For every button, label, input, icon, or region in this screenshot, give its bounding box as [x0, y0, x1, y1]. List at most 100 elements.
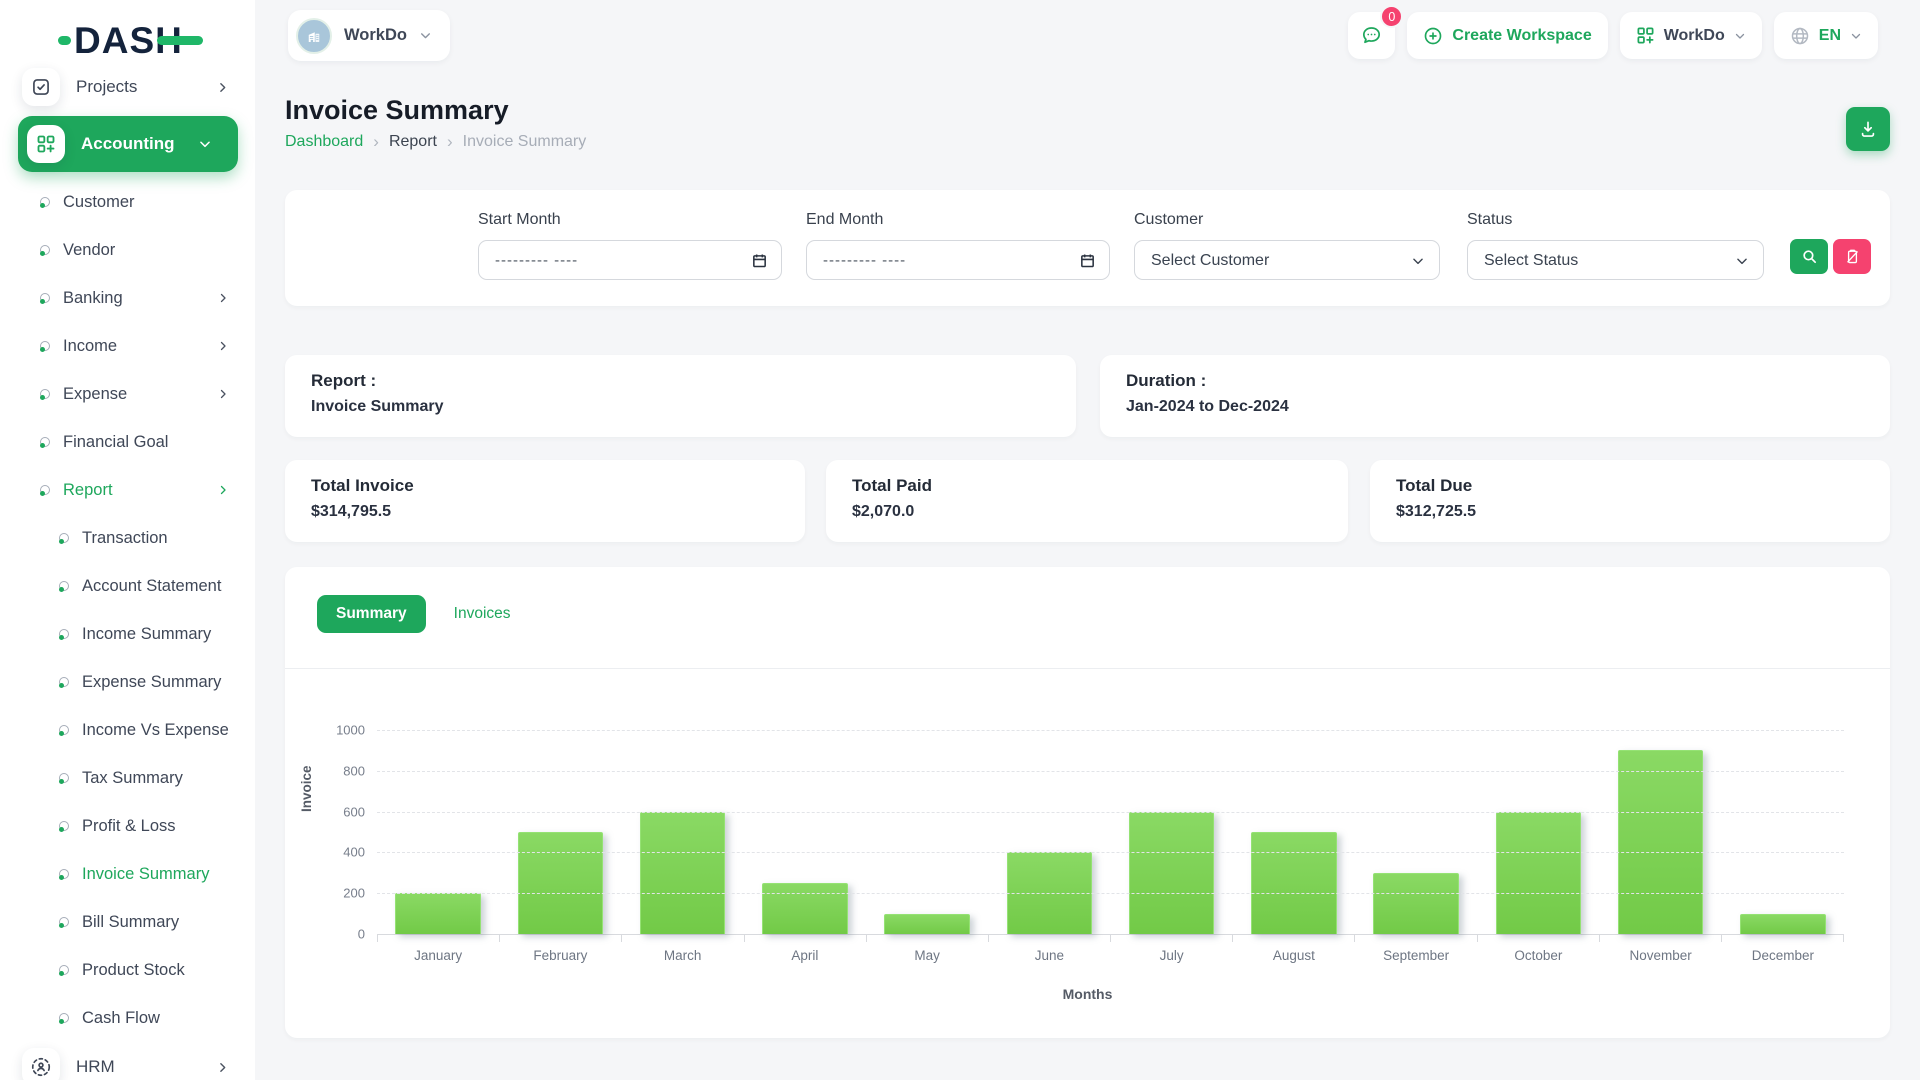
sidebar-item-vendor[interactable]: Vendor — [0, 226, 255, 274]
workspace-menu-button[interactable]: WorkDo — [1620, 12, 1762, 59]
sidebar-item-income-vs-expense[interactable]: Income Vs Expense — [0, 706, 255, 754]
workspace-selector[interactable]: WorkDo — [288, 10, 450, 61]
y-axis-title: Invoice — [299, 765, 314, 812]
total-invoice-label: Total Invoice — [311, 476, 779, 496]
bars — [377, 730, 1844, 934]
sidebar-item-expense-summary[interactable]: Expense Summary — [0, 658, 255, 706]
reset-filter-button[interactable] — [1833, 239, 1871, 274]
sidebar-item-report[interactable]: Report — [0, 466, 255, 514]
bullet-icon — [59, 821, 69, 831]
projects-checkbox-icon — [22, 68, 60, 106]
sidebar-item-profit-loss[interactable]: Profit & Loss — [0, 802, 255, 850]
x-tick — [1233, 935, 1355, 942]
x-category-label: March — [622, 948, 744, 963]
brand-logo[interactable]: DASH — [58, 22, 203, 59]
sidebar-item-product-stock[interactable]: Product Stock — [0, 946, 255, 994]
sidebar-item-income[interactable]: Income — [0, 322, 255, 370]
x-category-label: June — [988, 948, 1110, 963]
sidebar-item-financial-goal[interactable]: Financial Goal — [0, 418, 255, 466]
sidebar-item-account-statement[interactable]: Account Statement — [0, 562, 255, 610]
breadcrumb-dashboard[interactable]: Dashboard — [285, 133, 363, 151]
tab-summary[interactable]: Summary — [317, 595, 426, 633]
y-tick-label: 0 — [358, 927, 365, 942]
apply-filter-button[interactable] — [1790, 239, 1828, 274]
bar-april — [762, 883, 848, 934]
bullet-icon — [59, 629, 69, 639]
tabs-divider — [285, 668, 1890, 669]
bullet-icon — [40, 293, 50, 303]
bar-slot — [622, 730, 744, 934]
bullet-icon — [59, 581, 69, 591]
sidebar-item-tax-summary[interactable]: Tax Summary — [0, 754, 255, 802]
customer-label: Customer — [1134, 211, 1203, 229]
create-workspace-label: Create Workspace — [1452, 27, 1591, 45]
total-paid-card: Total Paid $2,070.0 — [826, 460, 1348, 542]
chevron-down-icon — [1734, 30, 1746, 42]
sidebar-item-expense[interactable]: Expense — [0, 370, 255, 418]
clear-filter-icon — [1844, 248, 1861, 265]
language-selector[interactable]: EN — [1774, 12, 1878, 59]
grid-plus-icon — [1636, 26, 1655, 45]
duration-info-card: Duration : Jan-2024 to Dec-2024 — [1100, 355, 1890, 437]
globe-icon — [1790, 26, 1810, 46]
filter-panel: Start Month End Month Customer Select Cu… — [285, 190, 1890, 306]
chevron-right-icon — [217, 388, 229, 400]
tab-invoices[interactable]: Invoices — [454, 605, 511, 623]
sidebar-item-hrm[interactable]: HRM — [0, 1042, 255, 1080]
bullet-icon — [59, 773, 69, 783]
workspace-name: WorkDo — [344, 26, 407, 45]
sidebar-item-label: Tax Summary — [82, 769, 183, 788]
start-month-label: Start Month — [478, 211, 561, 229]
workspace-avatar — [296, 18, 332, 54]
sidebar-item-bill-summary[interactable]: Bill Summary — [0, 898, 255, 946]
bar-february — [518, 832, 604, 934]
breadcrumb-current: Invoice Summary — [463, 133, 587, 151]
x-tick — [622, 935, 744, 942]
bar-slot — [1600, 730, 1722, 934]
sidebar-item-label: Customer — [63, 193, 135, 212]
sidebar-item-income-summary[interactable]: Income Summary — [0, 610, 255, 658]
bullet-icon — [40, 389, 50, 399]
chevron-right-icon — [216, 81, 229, 94]
bullet-icon — [59, 677, 69, 687]
x-tick — [1722, 935, 1844, 942]
y-tick-label: 400 — [343, 845, 365, 860]
message-count-badge: 0 — [1380, 5, 1403, 28]
sidebar-item-label: Invoice Summary — [82, 865, 209, 884]
x-tick — [500, 935, 622, 942]
sidebar-item-invoice-summary[interactable]: Invoice Summary — [0, 850, 255, 898]
end-month-label: End Month — [806, 211, 883, 229]
messages-button[interactable]: 0 — [1348, 12, 1395, 59]
end-month-input[interactable] — [807, 241, 1109, 279]
logo-dot-shape — [58, 36, 71, 45]
sidebar-item-accounting[interactable]: Accounting — [18, 116, 238, 172]
x-category-label: January — [377, 948, 499, 963]
bar-chart-plot: 02004006008001000 — [377, 730, 1844, 935]
x-category-label: February — [499, 948, 621, 963]
x-category-label: July — [1111, 948, 1233, 963]
hrm-user-scan-icon — [22, 1048, 60, 1080]
sidebar-item-label: Financial Goal — [63, 433, 168, 452]
sidebar-item-transaction[interactable]: Transaction — [0, 514, 255, 562]
x-tick — [377, 935, 500, 942]
bar-slot — [1477, 730, 1599, 934]
start-month-input[interactable] — [479, 241, 781, 279]
sidebar-item-label: HRM — [76, 1057, 115, 1077]
gridline — [377, 852, 1844, 853]
sidebar: DASH Projects Accounting — [0, 0, 255, 1080]
sidebar-item-projects[interactable]: Projects — [0, 62, 255, 112]
sidebar-item-banking[interactable]: Banking — [0, 274, 255, 322]
accounting-grid-icon — [27, 125, 65, 163]
breadcrumb-report[interactable]: Report — [389, 133, 437, 151]
status-select[interactable]: Select Status — [1468, 241, 1763, 279]
download-button[interactable] — [1846, 107, 1890, 151]
bar-slot — [744, 730, 866, 934]
create-workspace-button[interactable]: Create Workspace — [1407, 12, 1607, 59]
sidebar-item-cash-flow[interactable]: Cash Flow — [0, 994, 255, 1042]
total-due-label: Total Due — [1396, 476, 1864, 496]
gridline — [377, 893, 1844, 894]
customer-select[interactable]: Select Customer — [1135, 241, 1439, 279]
sidebar-item-customer[interactable]: Customer — [0, 178, 255, 226]
bar-slot — [1722, 730, 1844, 934]
x-category-label: September — [1355, 948, 1477, 963]
